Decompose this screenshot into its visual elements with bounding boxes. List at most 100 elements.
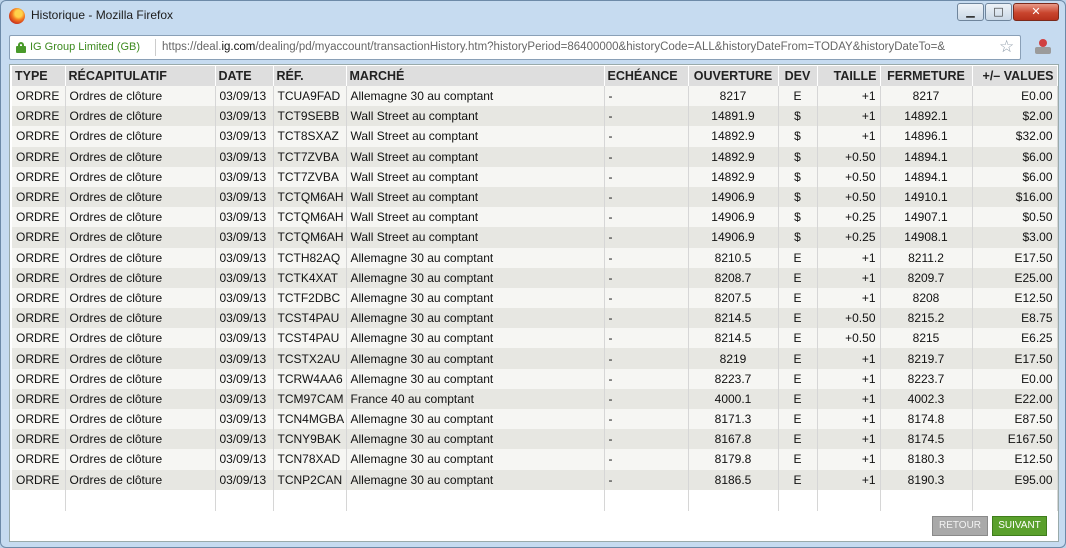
cell-values: E0.00	[972, 368, 1058, 389]
cell-marche: Allemagne 30 au comptant	[346, 429, 605, 450]
cell-taille: +0.25	[817, 227, 881, 248]
table-row[interactable]: ORDRE Ordres de clôture 03/09/13 TCTQM6AH Wa…	[12, 227, 1058, 248]
cell-ref: TCST4PAU	[273, 308, 347, 329]
cell-ouverture: 14892.9	[688, 126, 779, 147]
table-row[interactable]: ORDRE Ordres de clôture 03/09/13 TCSTX2AU Al…	[12, 348, 1058, 369]
cell-dev: $	[778, 126, 818, 147]
cell-ref: TCTK4XAT	[273, 267, 347, 288]
table-row[interactable]: ORDRE Ordres de clôture 03/09/13 TCT7ZVBA Wa…	[12, 166, 1058, 187]
cell-type: ORDRE	[12, 126, 66, 147]
column-header-recap[interactable]: RÉCAPITULATIF	[65, 66, 216, 86]
column-header-taille[interactable]: TAILLE	[817, 66, 881, 86]
table-row[interactable]: ORDRE Ordres de clôture 03/09/13 TCNP2CAN Al…	[12, 469, 1058, 490]
url-bar[interactable]: IG Group Limited (GB) https://deal.ig.co…	[9, 35, 1021, 60]
column-header-ref[interactable]: RÉF.	[273, 66, 347, 86]
cell-values: E22.00	[972, 388, 1058, 409]
cell-ref: TCTQM6AH	[273, 227, 347, 248]
cell-values: E0.00	[972, 86, 1058, 107]
cell-fermeture: 14910.1	[880, 186, 973, 208]
cell-taille: +0.50	[817, 328, 881, 349]
column-header-values[interactable]: +/– VALUES	[972, 66, 1058, 86]
table-row[interactable]: ORDRE Ordres de clôture 03/09/13 TCM97CAM Fr…	[12, 388, 1058, 409]
cell-date: 03/09/13	[215, 207, 274, 228]
table-row[interactable]: ORDRE Ordres de clôture 03/09/13 TCUA9FAD Al…	[12, 86, 1058, 107]
column-header-date[interactable]: DATE	[215, 66, 274, 86]
title-bar[interactable]: Historique - Mozilla Firefox ▁ □ ✕	[1, 1, 1065, 31]
cell-ref: TCN78XAD	[273, 449, 347, 470]
column-header-echeance[interactable]: ECHÉANCE	[604, 66, 689, 86]
cell-dev: E	[778, 368, 818, 389]
empty-cell	[688, 489, 779, 511]
cell-date: 03/09/13	[215, 328, 274, 349]
site-identity[interactable]: IG Group Limited (GB)	[30, 41, 140, 53]
cell-ouverture: 8208.7	[688, 267, 779, 288]
back-button[interactable]: RETOUR	[932, 516, 988, 536]
table-row[interactable]: ORDRE Ordres de clôture 03/09/13 TCTK4XAT Al…	[12, 267, 1058, 288]
column-header-type[interactable]: TYPE	[12, 66, 66, 86]
cell-recap: Ordres de clôture	[65, 146, 216, 167]
column-header-ouverture[interactable]: OUVERTURE	[688, 66, 779, 86]
cell-taille: +1	[817, 86, 881, 107]
table-row[interactable]: ORDRE Ordres de clôture 03/09/13 TCT7ZVBA Wa…	[12, 146, 1058, 167]
empty-cell	[215, 489, 274, 511]
table-row[interactable]: ORDRE Ordres de clôture 03/09/13 TCRW4AA6 Al…	[12, 368, 1058, 389]
table-row[interactable]: ORDRE Ordres de clôture 03/09/13 TCT9SEBB Wa…	[12, 106, 1058, 127]
cell-ouverture: 14892.9	[688, 166, 779, 187]
cell-fermeture: 8174.8	[880, 409, 973, 430]
cell-echeance: -	[604, 287, 689, 309]
addon-icon[interactable]	[1035, 39, 1051, 55]
cell-recap: Ordres de clôture	[65, 429, 216, 450]
cell-ouverture: 14891.9	[688, 106, 779, 127]
url-text[interactable]: https://deal.ig.com/dealing/pd/myaccount…	[162, 41, 994, 53]
close-button[interactable]: ✕	[1013, 3, 1059, 21]
cell-values: $32.00	[972, 126, 1058, 147]
column-header-marche[interactable]: MARCHÉ	[346, 66, 605, 86]
cell-values: E95.00	[972, 469, 1058, 490]
empty-cell	[346, 489, 605, 511]
table-row[interactable]: ORDRE Ordres de clôture 03/09/13 TCN4MGBA Al…	[12, 409, 1058, 430]
cell-dev: E	[778, 267, 818, 288]
cell-date: 03/09/13	[215, 186, 274, 208]
cell-type: ORDRE	[12, 207, 66, 228]
cell-date: 03/09/13	[215, 449, 274, 470]
cell-date: 03/09/13	[215, 368, 274, 389]
cell-echeance: -	[604, 126, 689, 147]
cell-values: $3.00	[972, 227, 1058, 248]
cell-taille: +1	[817, 469, 881, 490]
column-header-dev[interactable]: DEV	[778, 66, 818, 86]
table-row[interactable]: ORDRE Ordres de clôture 03/09/13 TCTQM6AH Wa…	[12, 207, 1058, 228]
cell-recap: Ordres de clôture	[65, 86, 216, 107]
table-row[interactable]: ORDRE Ordres de clôture 03/09/13 TCT8SXAZ Wa…	[12, 126, 1058, 147]
cell-taille: +1	[817, 388, 881, 409]
cell-echeance: -	[604, 267, 689, 288]
cell-taille: +0.25	[817, 207, 881, 228]
cell-recap: Ordres de clôture	[65, 388, 216, 409]
maximize-button[interactable]: □	[985, 3, 1012, 21]
cell-date: 03/09/13	[215, 166, 274, 187]
cell-marche: Allemagne 30 au comptant	[346, 469, 605, 490]
table-row[interactable]: ORDRE Ordres de clôture 03/09/13 TCN78XAD Al…	[12, 449, 1058, 470]
cell-date: 03/09/13	[215, 106, 274, 127]
cell-marche: Wall Street au comptant	[346, 207, 605, 228]
cell-values: E6.25	[972, 328, 1058, 349]
cell-fermeture: 8219.7	[880, 348, 973, 369]
cell-fermeture: 8174.5	[880, 429, 973, 450]
table-row[interactable]: ORDRE Ordres de clôture 03/09/13 TCTF2DBC Al…	[12, 287, 1058, 309]
cell-ouverture: 8217	[688, 86, 779, 107]
cell-ref: TCTF2DBC	[273, 287, 347, 309]
cell-ref: TCT8SXAZ	[273, 126, 347, 147]
column-header-fermeture[interactable]: FERMETURE	[880, 66, 973, 86]
lock-icon[interactable]	[16, 42, 26, 53]
cell-values: E17.50	[972, 247, 1058, 268]
table-row[interactable]: ORDRE Ordres de clôture 03/09/13 TCST4PAU Al…	[12, 308, 1058, 329]
table-row[interactable]: ORDRE Ordres de clôture 03/09/13 TCNY9BAK Al…	[12, 429, 1058, 450]
star-icon[interactable]: ☆	[999, 38, 1014, 56]
table-row[interactable]: ORDRE Ordres de clôture 03/09/13 TCTH82AQ Al…	[12, 247, 1058, 268]
cell-recap: Ordres de clôture	[65, 247, 216, 268]
next-button[interactable]: SUIVANT	[992, 516, 1047, 536]
cell-dev: E	[778, 86, 818, 107]
cell-echeance: -	[604, 86, 689, 107]
minimize-button[interactable]: ▁	[957, 3, 984, 21]
table-row[interactable]: ORDRE Ordres de clôture 03/09/13 TCTQM6AH Wa…	[12, 186, 1058, 208]
table-row[interactable]: ORDRE Ordres de clôture 03/09/13 TCST4PAU Al…	[12, 328, 1058, 349]
